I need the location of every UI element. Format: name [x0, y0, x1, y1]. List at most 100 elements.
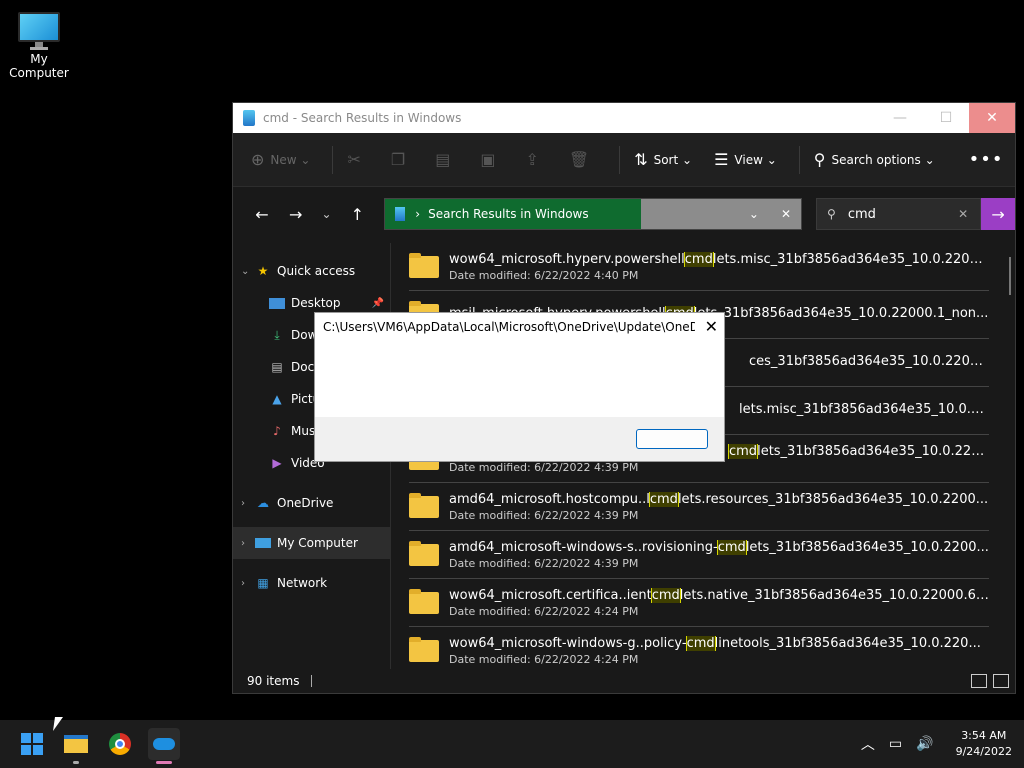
status-divider	[311, 675, 313, 687]
expand-chevron-icon[interactable]: ›	[241, 498, 255, 509]
share-icon[interactable]: ⇪	[525, 150, 538, 169]
item-name-rest: lets.resources_31bf3856ad364e35_10.0.220…	[677, 491, 989, 507]
search-highlight: cmd	[727, 443, 759, 459]
sidebar-item-label: Network	[277, 576, 328, 590]
expand-chevron-icon[interactable]: ⌄	[241, 266, 255, 277]
large-icons-view-icon[interactable]	[993, 674, 1009, 688]
item-name-rest: lets_31bf3856ad364e35_10.0.2200...	[745, 539, 989, 555]
view-switcher	[971, 674, 1009, 688]
date-modified: Date modified: 6/22/2022 4:24 PM	[449, 652, 639, 666]
sidebar-item-my-computer[interactable]: › My Computer	[233, 527, 390, 559]
pin-icon: 📌	[371, 297, 384, 309]
clock-time: 3:54 AM	[961, 729, 1007, 742]
sidebar-item-label: My Computer	[277, 536, 358, 550]
address-dropdown-icon[interactable]: ⌄	[749, 207, 759, 221]
list-item[interactable]: wow64_microsoft.certifica..ientcmdlets.n…	[409, 579, 989, 627]
item-name: amd64_microsoft.hostcompu..l	[449, 491, 650, 507]
rename-icon[interactable]: ▣	[480, 150, 495, 169]
plus-icon: ⊕	[251, 150, 265, 169]
file-explorer-taskbar-button[interactable]	[60, 728, 92, 760]
item-name-rest: linetools_31bf3856ad364e35_10.0.220...	[714, 635, 981, 651]
list-item[interactable]: wow64_microsoft.hyperv.powershellcmdlets…	[409, 243, 989, 291]
active-indicator	[156, 761, 172, 764]
running-indicator	[73, 761, 79, 764]
search-input[interactable]: ⚲ cmd ✕	[816, 198, 982, 230]
windows-logo-icon	[21, 733, 43, 755]
forward-arrow-icon[interactable]: →	[279, 205, 313, 224]
network-icon: ▦	[257, 576, 269, 590]
sort-label: Sort	[653, 152, 679, 167]
sidebar-item-quick-access[interactable]: ⌄ ★ Quick access	[233, 255, 390, 287]
item-name-rest: lets.misc_31bf3856ad364e35_10.0.2200...	[739, 402, 989, 417]
volume-icon[interactable]: 🔊	[916, 736, 933, 752]
clock[interactable]: 3:54 AM 9/24/2022	[956, 728, 1012, 760]
pictures-icon: ▲	[272, 392, 282, 406]
search-highlight: cmd	[650, 587, 681, 603]
item-name: wow64_microsoft.hyperv.powershell	[449, 251, 685, 267]
close-button[interactable]: ✕	[969, 103, 1015, 133]
search-highlight: cmd	[683, 251, 714, 267]
desktop-icon-label: My Computer	[9, 52, 69, 80]
search-options-button[interactable]: ⚲ Search options ⌄	[814, 150, 935, 169]
copy-icon[interactable]: ❐	[391, 150, 405, 169]
command-bar: ⊕ New ⌄ ✂ ❐ ▤ ▣ ⇪ 🗑 ⇅ Sort ⌄ ☰ View ⌄ ⚲ Sear…	[233, 133, 1015, 187]
new-button[interactable]: ⊕ New ⌄	[251, 150, 310, 169]
expand-chevron-icon[interactable]: ›	[241, 538, 255, 549]
list-item[interactable]: amd64_microsoft.hostcompu..lcmdlets.reso…	[409, 483, 989, 531]
desktop-folder-icon	[269, 297, 285, 309]
start-button[interactable]	[16, 728, 48, 760]
search-go-button[interactable]: →	[981, 198, 1015, 230]
address-clear-icon[interactable]: ✕	[781, 207, 791, 221]
cloud-icon: ☁	[257, 496, 269, 510]
error-dialog: C:\Users\VM6\AppData\Local\Microsoft\One…	[314, 312, 725, 462]
chrome-taskbar-button[interactable]	[104, 728, 136, 760]
folder-icon	[409, 252, 439, 278]
search-clear-icon[interactable]: ✕	[958, 207, 968, 221]
item-count: 90 items	[247, 674, 300, 688]
back-arrow-icon[interactable]: ←	[245, 205, 279, 224]
desktop-icon-my-computer[interactable]: My Computer	[0, 8, 78, 80]
chevron-up-icon[interactable]: ︿	[861, 734, 875, 754]
dialog-ok-button[interactable]	[636, 429, 708, 449]
explorer-app-icon	[243, 110, 255, 126]
list-item[interactable]: wow64_microsoft-windows-g..policy-cmdlin…	[409, 627, 989, 669]
up-arrow-icon[interactable]: ↑	[340, 205, 374, 224]
list-item[interactable]: amd64_microsoft-windows-s..rovisioning-c…	[409, 531, 989, 579]
recent-locations-chevron-icon[interactable]: ⌄	[313, 207, 341, 221]
delete-icon[interactable]: 🗑	[569, 150, 589, 169]
status-bar: 90 items	[233, 669, 1015, 693]
address-bar[interactable]: › Search Results in Windows ⌄ ✕	[384, 198, 803, 230]
sort-button[interactable]: ⇅ Sort ⌄	[634, 150, 692, 169]
sidebar-item-label: Desktop	[291, 296, 341, 310]
vertical-scrollbar[interactable]	[1009, 257, 1011, 295]
address-row: ← → ⌄ ↑ › Search Results in Windows ⌄ ✕ …	[233, 187, 1015, 241]
system-tray: ︿ ▭ 🔊 3:54 AM 9/24/2022	[861, 720, 1012, 768]
title-bar[interactable]: cmd - Search Results in Windows — ☐ ✕	[233, 103, 1015, 133]
dialog-close-icon[interactable]: ✕	[705, 317, 718, 336]
details-view-icon[interactable]	[971, 674, 987, 688]
more-options-button[interactable]: •••	[969, 149, 1004, 170]
folder-icon	[409, 492, 439, 518]
monitor-icon	[18, 12, 60, 50]
expand-chevron-icon[interactable]: ›	[241, 578, 255, 589]
computer-icon	[255, 538, 271, 548]
music-icon: ♪	[273, 424, 281, 438]
search-icon: ⚲	[827, 207, 836, 221]
address-empty-area[interactable]: ⌄ ✕	[641, 199, 802, 229]
maximize-button[interactable]: ☐	[923, 103, 969, 133]
breadcrumb-label: Search Results in Windows	[428, 207, 589, 221]
item-name-rest: lets_31bf3856ad364e35_10.0.22000.1_non..…	[693, 306, 989, 321]
onedrive-taskbar-button[interactable]	[148, 728, 180, 760]
view-label: View	[734, 152, 763, 167]
cut-icon[interactable]: ✂	[347, 150, 360, 169]
sidebar-item-network[interactable]: › ▦ Network	[233, 567, 390, 599]
view-button[interactable]: ☰ View ⌄	[714, 150, 777, 169]
sidebar-item-onedrive[interactable]: › ☁ OneDrive	[233, 487, 390, 519]
breadcrumb[interactable]: › Search Results in Windows	[385, 199, 642, 229]
date-modified: Date modified: 6/22/2022 4:39 PM	[449, 556, 639, 570]
minimize-button[interactable]: —	[877, 103, 923, 133]
network-icon[interactable]: ▭	[889, 736, 902, 752]
folder-icon	[409, 588, 439, 614]
item-name-rest: ces_31bf3856ad364e35_10.0.22000.1_e...	[749, 354, 989, 369]
paste-icon[interactable]: ▤	[435, 150, 450, 169]
